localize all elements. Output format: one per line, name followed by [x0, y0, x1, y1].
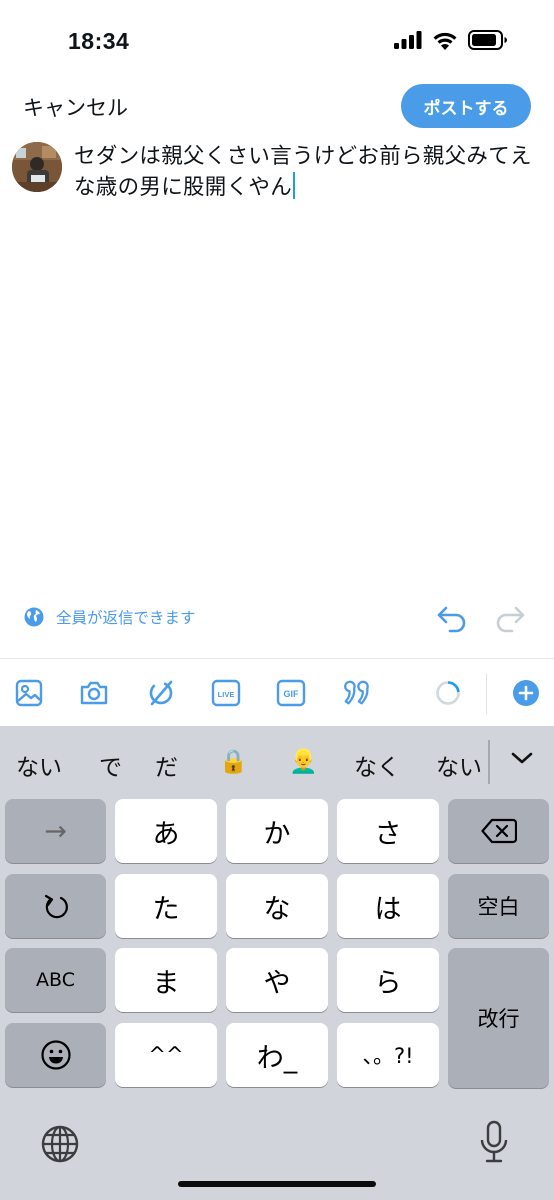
post-button[interactable]: ポストする: [401, 84, 531, 128]
candidate-item[interactable]: なく: [354, 748, 400, 782]
key-ma[interactable]: ま: [115, 948, 217, 1012]
abc-key[interactable]: ABC: [5, 948, 106, 1012]
cancel-button[interactable]: キャンセル: [23, 92, 128, 122]
key-ra[interactable]: ら: [337, 948, 439, 1012]
add-post-icon[interactable]: [511, 678, 541, 708]
emoji-key[interactable]: [5, 1023, 106, 1087]
status-bar: 18:34: [0, 0, 554, 80]
candidate-item[interactable]: だ: [155, 748, 178, 782]
compose-text-area[interactable]: セダンは親父くさい言うけどお前ら親父みてえな歳の男に股開くやん: [74, 141, 534, 203]
gif-icon[interactable]: GIF: [276, 678, 306, 708]
candidate-lock-emoji[interactable]: 🔒: [219, 748, 248, 775]
avatar[interactable]: [12, 142, 62, 192]
emoji-icon: [40, 1040, 71, 1070]
globe-icon: [24, 607, 44, 627]
delete-icon: [480, 818, 517, 844]
keyboard: ない で だ 🔒 👱‍♂️ なく ない → あ か さ た な は 空白 ABC…: [0, 726, 554, 1200]
compose-text: セダンは親父くさい言うけどお前ら親父みてえな歳の男に股開くやん: [74, 144, 532, 200]
avatar-image: [12, 142, 62, 192]
candidate-item[interactable]: で: [99, 748, 122, 782]
gif-icon-label: GIF: [284, 689, 300, 699]
globe-keyboard-icon[interactable]: [40, 1124, 80, 1164]
toolbar-separator: [486, 674, 487, 714]
image-icon[interactable]: [14, 678, 44, 708]
battery-icon: [468, 30, 507, 50]
key-punctuation[interactable]: 、。?!: [337, 1023, 439, 1087]
candidate-separator: [488, 740, 490, 784]
space-key[interactable]: 空白: [448, 874, 549, 938]
quote-icon[interactable]: [342, 678, 372, 708]
enter-key[interactable]: 改行: [448, 948, 549, 1088]
live-icon[interactable]: LIVE: [211, 678, 241, 708]
undo-key[interactable]: [5, 874, 106, 938]
undo-icon[interactable]: [436, 604, 468, 634]
toolbar-divider: [0, 658, 554, 659]
home-indicator: [178, 1181, 376, 1187]
key-a[interactable]: あ: [115, 799, 217, 863]
status-time: 18:34: [68, 28, 130, 54]
live-icon-label: LIVE: [218, 690, 235, 699]
key-wa[interactable]: わ_: [226, 1023, 328, 1087]
signal-icon: [394, 31, 422, 49]
candidate-person-emoji[interactable]: 👱‍♂️: [289, 748, 318, 775]
key-dakuten[interactable]: ^^: [115, 1023, 217, 1087]
key-ha[interactable]: は: [337, 874, 439, 938]
grok-icon[interactable]: [146, 678, 176, 708]
redo-icon: [496, 606, 525, 633]
candidate-item[interactable]: ない: [16, 748, 62, 782]
key-ta[interactable]: た: [115, 874, 217, 938]
progress-ring-icon: [433, 678, 463, 708]
candidate-bar: ない で だ 🔒 👱‍♂️ なく ない: [0, 726, 554, 798]
undo-arrow-icon: [44, 894, 68, 919]
candidate-item[interactable]: ない: [436, 748, 482, 782]
key-arrow[interactable]: →: [5, 799, 106, 863]
reply-setting-label: 全員が返信できます: [56, 609, 196, 627]
delete-button[interactable]: [448, 799, 549, 863]
chevron-down-icon[interactable]: [508, 748, 536, 768]
key-ka[interactable]: か: [226, 799, 328, 863]
text-caret: [293, 172, 296, 199]
key-na[interactable]: な: [226, 874, 328, 938]
compose-toolbar: LIVE GIF: [0, 660, 554, 726]
key-sa[interactable]: さ: [337, 799, 439, 863]
wifi-icon: [433, 32, 457, 50]
reply-setting-button[interactable]: 全員が返信できます: [24, 606, 196, 628]
key-ya[interactable]: や: [226, 948, 328, 1012]
microphone-icon[interactable]: [480, 1120, 508, 1164]
status-icons: [394, 30, 508, 50]
camera-icon[interactable]: [79, 678, 109, 708]
